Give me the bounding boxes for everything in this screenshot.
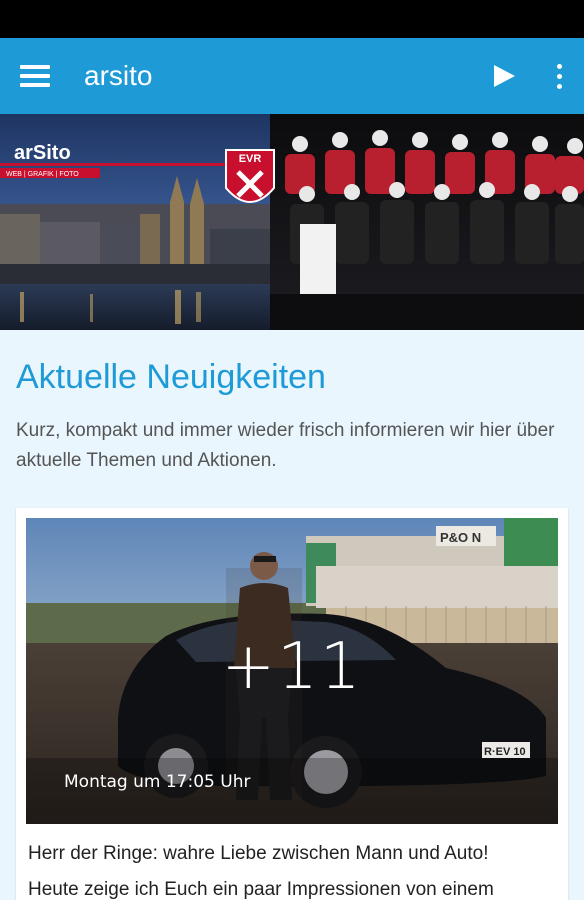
logo-subtitle: WEB | GRAFIK | FOTO: [6, 171, 79, 178]
photo-count-overlay: +11: [221, 630, 363, 704]
post-text-line2: Heute zeige ich Euch ein paar Impression…: [28, 879, 494, 900]
play-icon[interactable]: [474, 38, 534, 114]
menu-icon[interactable]: [0, 38, 70, 114]
header-banner: arSito WEB | GRAFIK | FOTO EVR: [0, 114, 584, 330]
app-title: arsito: [84, 60, 153, 91]
news-title: Aktuelle Neuigkeiten: [16, 358, 326, 396]
evr-badge: EVR: [239, 153, 262, 165]
post-date: Montag um 17:05 Uhr: [64, 772, 251, 792]
banner-image: arSito WEB | GRAFIK | FOTO EVR: [0, 114, 584, 330]
app-bar: arsito: [0, 38, 584, 114]
status-bar: [0, 0, 584, 38]
logo-text: arSito: [14, 142, 71, 164]
post-text-line1: Herr der Ringe: wahre Liebe zwischen Man…: [28, 843, 489, 864]
news-description: Kurz, kompakt und immer wieder frisch in…: [16, 420, 555, 471]
post-text: Herr der Ringe: wahre Liebe zwischen Man…: [28, 836, 562, 900]
more-options-icon[interactable]: [534, 38, 584, 114]
news-card-image[interactable]: P&O N R·EV 10 +11 Montag um 17:05 Uhr: [26, 518, 558, 824]
license-plate: R·EV 10: [484, 746, 526, 758]
svg-text:P&O N: P&O N: [440, 530, 481, 545]
news-card[interactable]: P&O N R·EV 10 +11 Montag um 17:05 Uhr He…: [16, 508, 568, 900]
